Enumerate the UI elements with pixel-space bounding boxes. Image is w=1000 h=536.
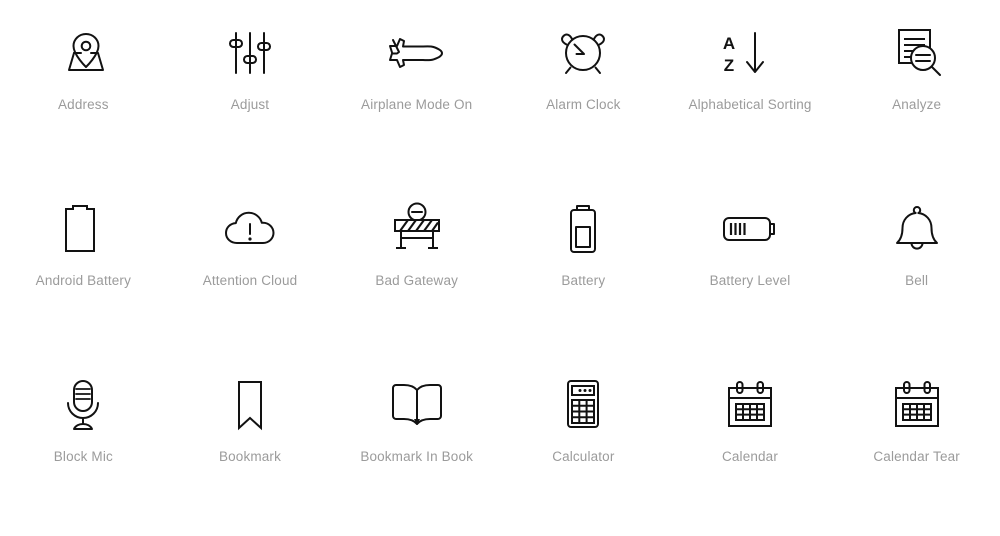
calendar-tear-icon: [884, 374, 950, 436]
icon-label: Airplane Mode On: [361, 97, 473, 112]
icon-label: Android Battery: [35, 273, 131, 288]
icon-cell-battery-level[interactable]: Battery Level: [667, 184, 834, 360]
sort-letter-bottom: Z: [724, 56, 734, 75]
analyze-icon: [884, 22, 950, 84]
icon-label: Battery: [561, 273, 606, 288]
icon-cell-android-battery[interactable]: Android Battery: [0, 184, 167, 360]
icon-cell-address[interactable]: Address: [0, 8, 167, 184]
icon-label: Calendar Tear: [873, 449, 960, 464]
icon-cell-bookmark[interactable]: Bookmark: [167, 360, 334, 536]
android-battery-icon: [50, 198, 116, 260]
calendar-icon: [717, 374, 783, 436]
bad-gateway-icon: [384, 198, 450, 260]
icon-cell-attention-cloud[interactable]: Attention Cloud: [167, 184, 334, 360]
icon-cell-battery[interactable]: Battery: [500, 184, 667, 360]
icon-cell-bad-gateway[interactable]: Bad Gateway: [333, 184, 500, 360]
address-icon: [50, 22, 116, 84]
icon-label: Alarm Clock: [546, 97, 621, 112]
icon-label: Battery Level: [709, 273, 791, 288]
alphabetical-sorting-icon: A Z: [717, 22, 783, 84]
icon-cell-alphabetical-sorting[interactable]: A Z Alphabetical Sorting: [667, 8, 834, 184]
icon-label: Block Mic: [53, 449, 113, 464]
bookmark-in-book-icon: [384, 374, 450, 436]
icon-label: Bell: [905, 273, 929, 288]
icon-label: Attention Cloud: [202, 273, 298, 288]
icon-label: Bad Gateway: [375, 273, 459, 288]
icon-label: Bookmark: [219, 449, 281, 464]
block-mic-icon: [50, 374, 116, 436]
icon-label: Calendar: [722, 449, 778, 464]
battery-icon: [550, 198, 616, 260]
icon-cell-block-mic[interactable]: Block Mic: [0, 360, 167, 536]
icon-label: Bookmark In Book: [360, 449, 474, 464]
adjust-icon: [217, 22, 283, 84]
bookmark-icon: [217, 374, 283, 436]
icon-cell-adjust[interactable]: Adjust: [167, 8, 334, 184]
icon-cell-calendar-tear[interactable]: Calendar Tear: [833, 360, 1000, 536]
icon-grid: Address Adjust Airplane Mode On Alarm Cl…: [0, 0, 1000, 536]
attention-cloud-icon: [217, 198, 283, 260]
sort-letter-top: A: [723, 34, 735, 53]
icon-label: Adjust: [230, 97, 270, 112]
icon-cell-alarm-clock[interactable]: Alarm Clock: [500, 8, 667, 184]
airplane-mode-on-icon: [384, 22, 450, 84]
icon-cell-calendar[interactable]: Calendar: [667, 360, 834, 536]
bell-icon: [884, 198, 950, 260]
icon-cell-airplane-mode-on[interactable]: Airplane Mode On: [333, 8, 500, 184]
icon-cell-bookmark-in-book[interactable]: Bookmark In Book: [333, 360, 500, 536]
battery-level-icon: [717, 198, 783, 260]
icon-label: Calculator: [552, 449, 615, 464]
icon-label: Address: [58, 97, 109, 112]
calculator-icon: [550, 374, 616, 436]
icon-cell-calculator[interactable]: Calculator: [500, 360, 667, 536]
icon-label: Alphabetical Sorting: [688, 97, 812, 112]
alarm-clock-icon: [550, 22, 616, 84]
icon-label: Analyze: [892, 97, 942, 112]
icon-cell-bell[interactable]: Bell: [833, 184, 1000, 360]
icon-cell-analyze[interactable]: Analyze: [833, 8, 1000, 184]
